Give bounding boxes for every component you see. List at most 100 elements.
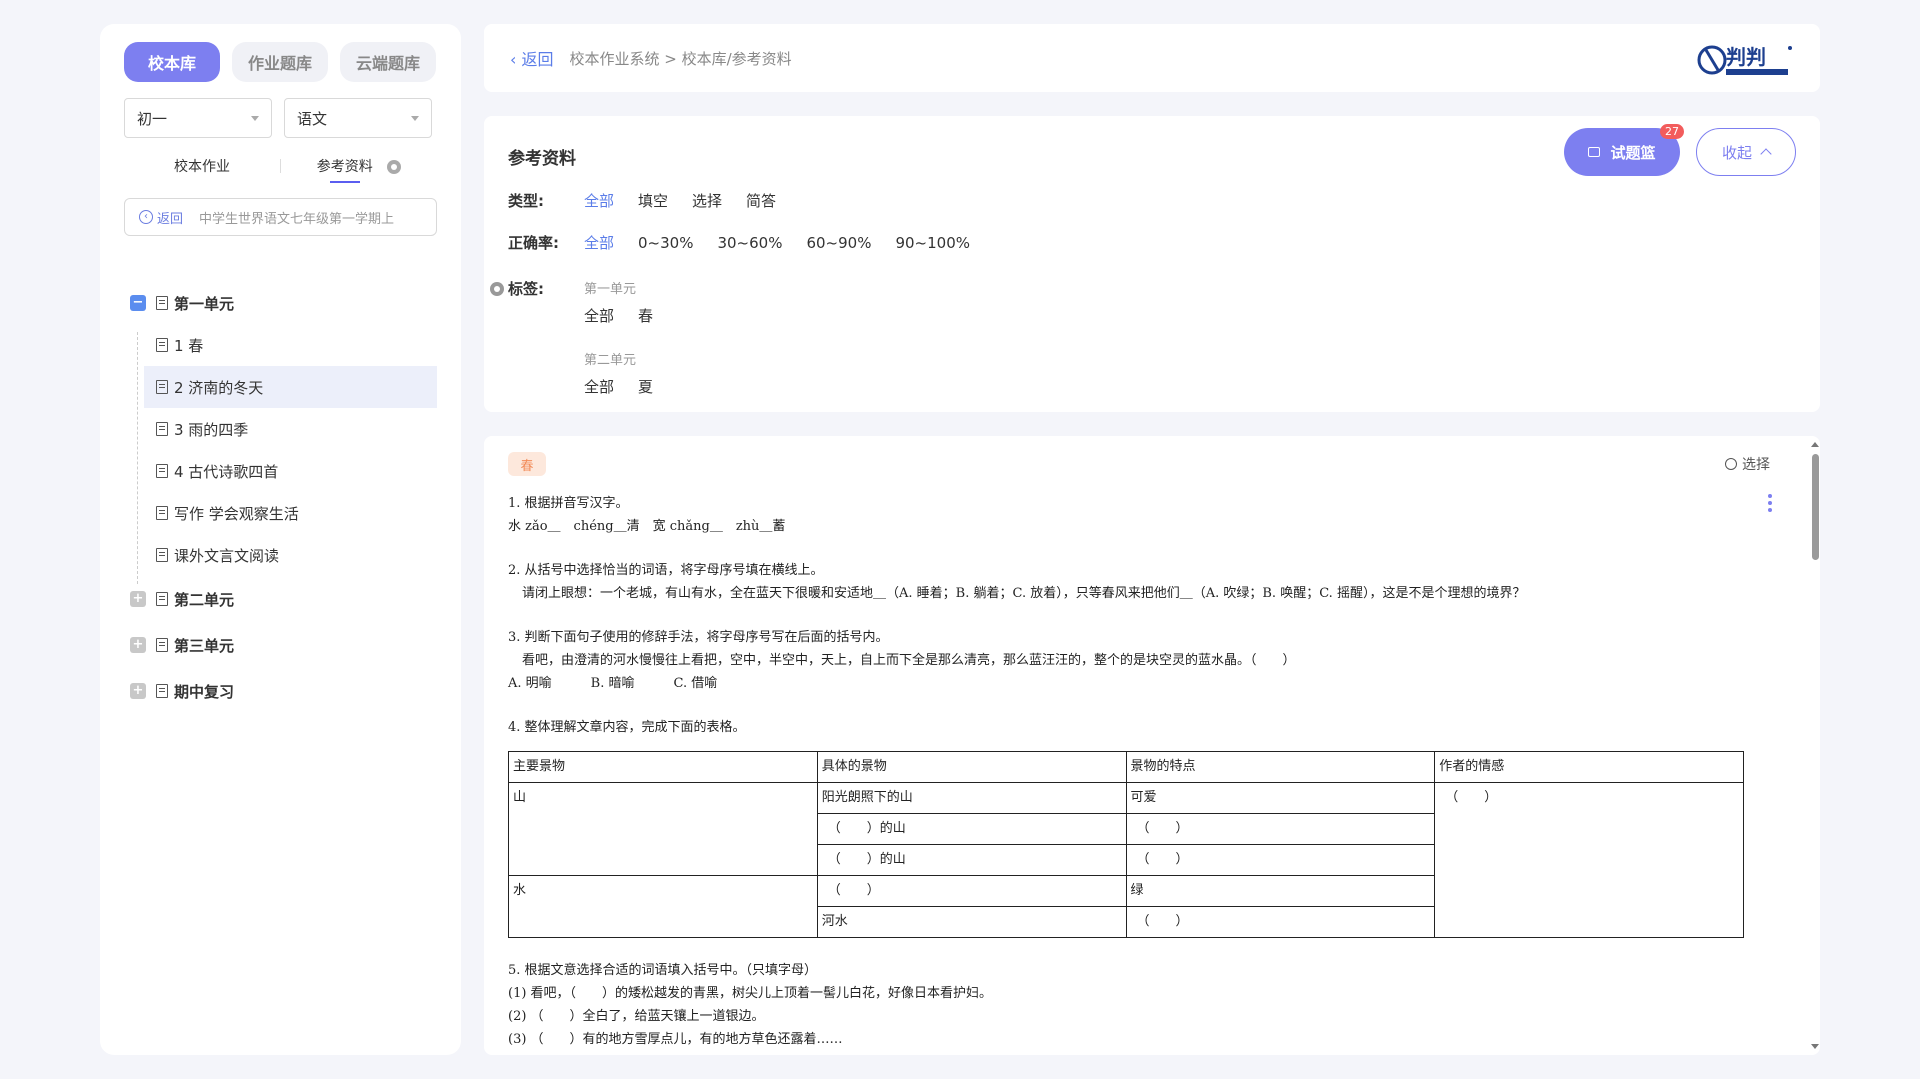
document-icon — [156, 380, 168, 394]
table-cell-text: （ ） — [1445, 790, 1498, 805]
chevron-up-icon — [1760, 148, 1772, 160]
document-icon — [156, 684, 168, 698]
question-text: 看吧，由澄清的河水慢慢往上看把，空中，半空中，天上，自上而下全是那么清亮，那么蓝… — [522, 653, 1296, 668]
expand-icon[interactable]: + — [130, 637, 146, 653]
question-text: 1. 根据拼音写汉字。 — [508, 496, 629, 511]
table-cell: 山 — [508, 782, 818, 876]
grade-select[interactable]: 初一 — [124, 98, 272, 138]
tag-option[interactable]: 全部 — [584, 376, 614, 397]
basket-count-badge: 27 — [1660, 124, 1684, 139]
logo-text: 判判 — [1726, 45, 1766, 69]
tree-lesson-label: 课外文言文阅读 — [174, 546, 280, 565]
tree-lesson-label: 1 春 — [174, 336, 204, 355]
accuracy-option-0-30[interactable]: 0~30% — [638, 234, 693, 252]
tree-lesson-3[interactable]: 3 雨的四季 — [100, 408, 461, 450]
library-tabs: 校本库 作业题库 云端题库 — [124, 42, 436, 82]
type-option-choice[interactable]: 选择 — [692, 190, 722, 211]
left-panel: 校本库 作业题库 云端题库 初一 语文 校本作业 参考资料 ‹ 返回 中学生世界… — [100, 24, 461, 1055]
tag-group-name: 第一单元 — [584, 282, 637, 297]
breadcrumb: 校本作业系统 > 校本库/参考资料 — [569, 49, 792, 68]
tag-option[interactable]: 春 — [638, 305, 653, 326]
expand-icon[interactable]: + — [130, 683, 146, 699]
tree-lesson-6[interactable]: 课外文言文阅读 — [100, 534, 461, 576]
type-option-short[interactable]: 简答 — [746, 190, 776, 211]
tab-school-library[interactable]: 校本库 — [124, 42, 220, 82]
table-cell-text: （ ） — [1136, 852, 1189, 867]
expand-icon[interactable]: + — [130, 591, 146, 607]
collapse-label: 收起 — [1721, 143, 1752, 162]
table-cell: （ ）的山 — [816, 813, 1127, 845]
scroll-up-icon[interactable] — [1811, 442, 1819, 447]
table-cell: 水 — [508, 875, 818, 938]
table-cell: 阳光朗照下的山 — [816, 782, 1127, 814]
path-back-button[interactable]: ‹ 返回 — [139, 208, 183, 227]
basket-icon — [1588, 147, 1601, 157]
table-cell-text: （ ）的山 — [827, 852, 906, 867]
tree-lesson-1[interactable]: 1 春 — [100, 324, 461, 366]
tree-unit-review[interactable]: + 期中复习 — [100, 668, 461, 714]
table-cell: （ ） — [1125, 844, 1436, 876]
table-cell-text: （ ） — [1136, 914, 1189, 929]
question-basket-button[interactable]: 试题篮 27 — [1564, 124, 1684, 176]
type-label: 类型: — [508, 192, 544, 210]
table-cell: 绿 — [1125, 875, 1436, 907]
path-box: ‹ 返回 中学生世界语文七年级第一学期上 — [124, 198, 437, 236]
select-question-radio[interactable]: 选择 — [1725, 454, 1770, 474]
panpan-logo: 判判 — [1697, 45, 1792, 75]
tree-unit-3[interactable]: + 第三单元 — [100, 622, 461, 668]
tag-option[interactable]: 夏 — [638, 376, 653, 397]
more-menu-icon[interactable] — [1768, 494, 1772, 515]
accuracy-option-all[interactable]: 全部 — [584, 232, 614, 253]
type-option-all[interactable]: 全部 — [584, 190, 614, 211]
chevron-down-icon — [251, 115, 259, 121]
question-table: 主要景物 具体的景物 景物的特点 作者的情感 山 阳光朗照下的山 可爱 （ ） … — [508, 751, 1744, 938]
basket-label: 试题篮 — [1610, 143, 1656, 162]
tree-unit-label: 第一单元 — [174, 294, 235, 313]
subject-select[interactable]: 语文 — [284, 98, 432, 138]
table-header: 主要景物 — [508, 751, 818, 783]
top-back-label: 返回 — [521, 50, 554, 69]
table-row: 主要景物 具体的景物 景物的特点 作者的情感 — [508, 751, 1744, 783]
panel-title: 参考资料 — [508, 149, 576, 169]
chapter-tree: − 第一单元 1 春 2 济南的冬天 3 雨的四季 4 古代诗歌四首 写作 学会… — [100, 282, 461, 714]
document-icon — [156, 592, 168, 606]
tree-unit-1[interactable]: − 第一单元 — [100, 282, 461, 324]
scroll-thumb[interactable] — [1812, 454, 1819, 560]
accuracy-option-60-90[interactable]: 60~90% — [806, 234, 871, 252]
tab-school-homework[interactable]: 校本作业 — [124, 156, 280, 176]
tab-cloud-bank[interactable]: 云端题库 — [340, 42, 436, 82]
tree-unit-2[interactable]: + 第二单元 — [100, 576, 461, 622]
question-5: 5. 根据文意选择合适的词语填入括号中。（只填字母） (1) 看吧，（ ）的矮松… — [508, 959, 1748, 1051]
table-header: 具体的景物 — [816, 751, 1127, 783]
collapse-button[interactable]: 收起 — [1696, 128, 1796, 176]
question-text: (2) （ ）全白了，给蓝天镶上一道银边。 — [508, 1009, 765, 1024]
document-icon — [156, 296, 168, 310]
table-header: 景物的特点 — [1125, 751, 1436, 783]
tag-option[interactable]: 全部 — [584, 305, 614, 326]
active-underline — [329, 181, 360, 183]
accuracy-option-30-60[interactable]: 30~60% — [717, 234, 782, 252]
tag-label: 标签: — [508, 280, 544, 298]
path-text: 中学生世界语文七年级第一学期上 — [199, 211, 395, 227]
top-back-button[interactable]: ‹ 返回 — [510, 46, 554, 70]
lesson-tag-chip: 春 — [508, 452, 546, 476]
accuracy-option-90-100[interactable]: 90~100% — [895, 234, 970, 252]
tree-lesson-5[interactable]: 写作 学会观察生活 — [100, 492, 461, 534]
tab-homework-bank[interactable]: 作业题库 — [232, 42, 328, 82]
collapse-icon[interactable]: − — [130, 295, 146, 311]
question-content-panel: 春 选择 1. 根据拼音写汉字。 水 zǎo＿ chéng＿清 宽 chǎng＿… — [484, 436, 1820, 1055]
question-text: 4. 整体理解文章内容，完成下面的表格。 — [508, 720, 746, 735]
filter-selects: 初一 语文 — [124, 98, 432, 138]
tab-reference-material[interactable]: 参考资料 — [281, 156, 437, 183]
table-cell: 可爱 — [1125, 782, 1436, 814]
gear-icon[interactable] — [387, 160, 402, 174]
content-scrollbar[interactable] — [1810, 436, 1820, 1055]
tree-lesson-4[interactable]: 4 古代诗歌四首 — [100, 450, 461, 492]
scroll-down-icon[interactable] — [1811, 1044, 1819, 1049]
tree-lesson-2[interactable]: 2 济南的冬天 — [144, 366, 437, 408]
tab-reference-label: 参考资料 — [316, 159, 373, 175]
gear-icon[interactable] — [490, 282, 504, 296]
question-text: 请闭上眼想：一个老城，有山有水，全在蓝天下很暖和安适地＿（A. 睡着；B. 躺着… — [522, 586, 1526, 601]
type-option-fill[interactable]: 填空 — [638, 190, 668, 211]
question-text: A. 明喻 B. 暗喻 C. 借喻 — [508, 676, 718, 691]
